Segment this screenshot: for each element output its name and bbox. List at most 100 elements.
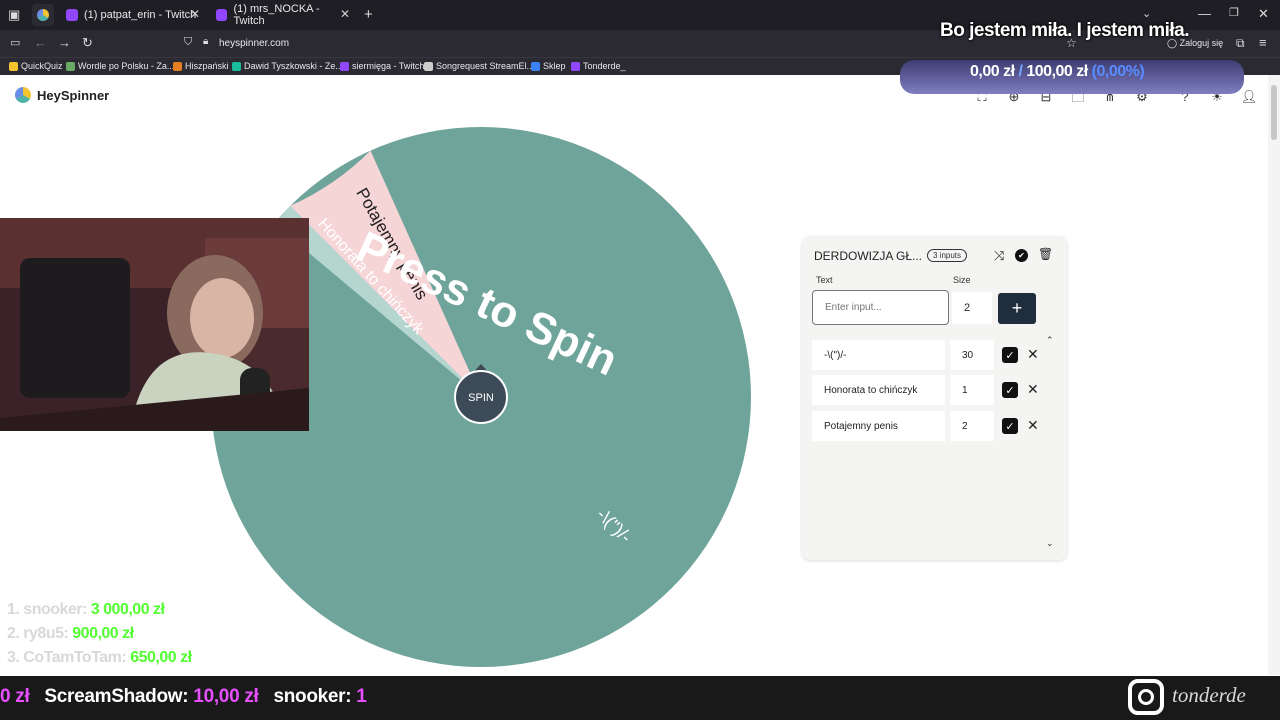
ticker-amount: 10,00 zł (193, 686, 259, 707)
entry-enabled-checkbox[interactable]: ✓ (1002, 347, 1018, 363)
bookmark-label: Wordle po Polsku - Za... (78, 61, 175, 71)
bookmark-icon (531, 61, 540, 71)
bookmark-hiszpanski[interactable]: Hiszpański (173, 61, 229, 71)
forward-icon[interactable]: → (58, 35, 71, 50)
bookmark-icon (232, 61, 241, 71)
back-icon[interactable]: ← (34, 35, 47, 50)
webcam-image (0, 218, 309, 431)
bookmark-quickquiz[interactable]: QuickQuiz (9, 61, 63, 71)
entry-size[interactable]: 30 (950, 340, 994, 370)
leaderboard-row: 2. ry8u5: 900,00 zł (7, 625, 134, 643)
delete-entry-icon[interactable]: ✕ (1027, 417, 1039, 434)
entries-panel: DERDOWIZJA GŁ... 3 inputs ⤨ ✔ 🗑︎ Text Si… (802, 236, 1067, 560)
entry-row: -\(")/- 30 ✓ ✕ (812, 340, 1052, 370)
spin-button-label[interactable]: SPIN (468, 392, 494, 404)
inputs-count-badge: 3 inputs (927, 249, 968, 262)
reload-icon[interactable]: ↻ (82, 35, 93, 51)
bookmark-icon (571, 61, 580, 71)
webcam-feed (0, 218, 309, 431)
new-entry-size-input[interactable] (952, 292, 992, 324)
heyspinner-favicon (37, 9, 49, 21)
wheel-title[interactable]: DERDOWIZJA GŁ... (814, 249, 922, 263)
close-tab-icon[interactable]: ✕ (190, 7, 200, 21)
size-column-label: Size (953, 275, 971, 285)
entry-enabled-checkbox[interactable]: ✓ (1002, 418, 1018, 434)
extensions-icon[interactable]: ⧉ (1236, 36, 1245, 51)
donation-percent: (0,00%) (1091, 63, 1145, 80)
donation-goal: 100,00 zł (1026, 63, 1088, 80)
leaderboard-name: 1. snooker: (7, 601, 87, 618)
tab-heyspinner[interactable] (32, 4, 54, 26)
bookmark-sklep[interactable]: Sklep (531, 61, 566, 71)
leaderboard-name: 2. ry8u5: (7, 625, 69, 642)
new-tab-button[interactable]: + (364, 6, 373, 23)
leaderboard-row: 1. snooker: 3 000,00 zł (7, 601, 165, 619)
minimize-icon[interactable]: — (1198, 6, 1211, 21)
tab-patpat-erin[interactable]: (1) patpat_erin - Twitch ✕ (58, 4, 206, 26)
leaderboard-amount: 650,00 zł (130, 649, 192, 666)
tab-list-icon[interactable]: ⌄ (1142, 7, 1151, 20)
entry-row: Potajemny penis 2 ✓ ✕ (812, 411, 1052, 441)
menu-icon[interactable]: ≡ (1259, 35, 1267, 50)
delete-entry-icon[interactable]: ✕ (1027, 346, 1039, 363)
bookmark-label: Hiszpański (185, 61, 229, 71)
add-entry-button[interactable]: + (998, 293, 1036, 324)
leaderboard-amount: 3 000,00 zł (90, 601, 165, 618)
url-text[interactable]: heyspinner.com (219, 38, 289, 49)
scrollbar-thumb[interactable] (1271, 85, 1277, 140)
bookmark-label: Sklep (543, 61, 566, 71)
restore-icon[interactable]: ❐ (1229, 6, 1239, 19)
new-entry-input[interactable] (812, 290, 949, 325)
select-all-checkbox[interactable]: ✔ (1015, 249, 1028, 262)
donation-ticker: 0 zł ScreamShadow: 10,00 zł snooker: 1 (0, 676, 1280, 720)
tab-label: (1) patpat_erin - Twitch (84, 9, 197, 21)
sidebar-icon[interactable]: ▭ (10, 36, 20, 49)
shuffle-icon[interactable]: ⤨ (994, 248, 1004, 264)
tab-overview-icon[interactable]: ▣ (8, 7, 20, 23)
entry-size[interactable]: 2 (950, 411, 994, 441)
bookmark-label: QuickQuiz (21, 61, 63, 71)
donation-current: 0,00 zł (970, 63, 1015, 80)
entry-size[interactable]: 1 (950, 375, 994, 405)
ticker-name: ScreamShadow: (44, 686, 189, 707)
lock-icon: 🔒︎ (203, 36, 209, 47)
page-scrollbar[interactable] (1268, 75, 1280, 675)
close-window-icon[interactable]: ✕ (1258, 6, 1269, 22)
bookmark-siermiega[interactable]: siermięga - Twitch (340, 61, 424, 71)
bookmark-label: Tonderde_ (583, 61, 626, 71)
bookmark-label: Songrequest StreamEl... (436, 61, 535, 71)
bookmark-songrequest[interactable]: Songrequest StreamEl... (424, 61, 534, 71)
clear-list-icon[interactable]: 🗑︎ (1038, 247, 1053, 261)
bookmark-dawid[interactable]: Dawid Tyszkowski - Ze... (232, 61, 343, 71)
entry-text[interactable]: Potajemny penis (812, 411, 945, 441)
shield-icon[interactable]: ⛉ (184, 36, 192, 49)
delete-entry-icon[interactable]: ✕ (1027, 381, 1039, 398)
bookmark-icon (424, 61, 433, 71)
ticker-amount: 1 (356, 686, 367, 707)
bookmark-wordle[interactable]: Wordle po Polsku - Za... (66, 61, 174, 71)
overlay-top-text: Bo jestem miła. I jestem miła. (940, 20, 1190, 41)
instagram-handle: tonderde (1172, 683, 1246, 707)
entry-row: Honorata to chińczyk 1 ✓ ✕ (812, 375, 1052, 405)
bookmark-tonderde[interactable]: Tonderde_ (571, 61, 626, 71)
tab-label: (1) mrs_NOCKA - Twitch (233, 3, 320, 27)
tab-mrs-nocka[interactable]: (1) mrs_NOCKA - Twitch ✕ (208, 3, 356, 27)
leaderboard-row: 3. CoTamToTam: 650,00 zł (7, 649, 192, 667)
scroll-down-icon[interactable]: ⌄ (1046, 538, 1054, 549)
leaderboard-amount: 900,00 zł (72, 625, 134, 642)
bookmark-icon (66, 61, 75, 71)
text-column-label: Text (816, 275, 833, 285)
leaderboard-name: 3. CoTamToTam: (7, 649, 127, 666)
bookmark-icon (340, 61, 349, 71)
instagram-icon (1128, 679, 1164, 715)
entry-text[interactable]: -\(")/- (812, 340, 945, 370)
ticker-lead-amount: 0 zł (0, 686, 30, 707)
entry-enabled-checkbox[interactable]: ✓ (1002, 382, 1018, 398)
close-tab-icon[interactable]: ✕ (340, 7, 350, 21)
ticker-name: snooker: (273, 686, 352, 707)
bookmark-label: siermięga - Twitch (352, 61, 425, 71)
donation-goal-text: 0,00 zł / 100,00 zł (0,00%) (970, 63, 1145, 81)
donation-separator: / (1014, 63, 1027, 80)
bookmark-icon (173, 61, 182, 71)
entry-text[interactable]: Honorata to chińczyk (812, 375, 945, 405)
